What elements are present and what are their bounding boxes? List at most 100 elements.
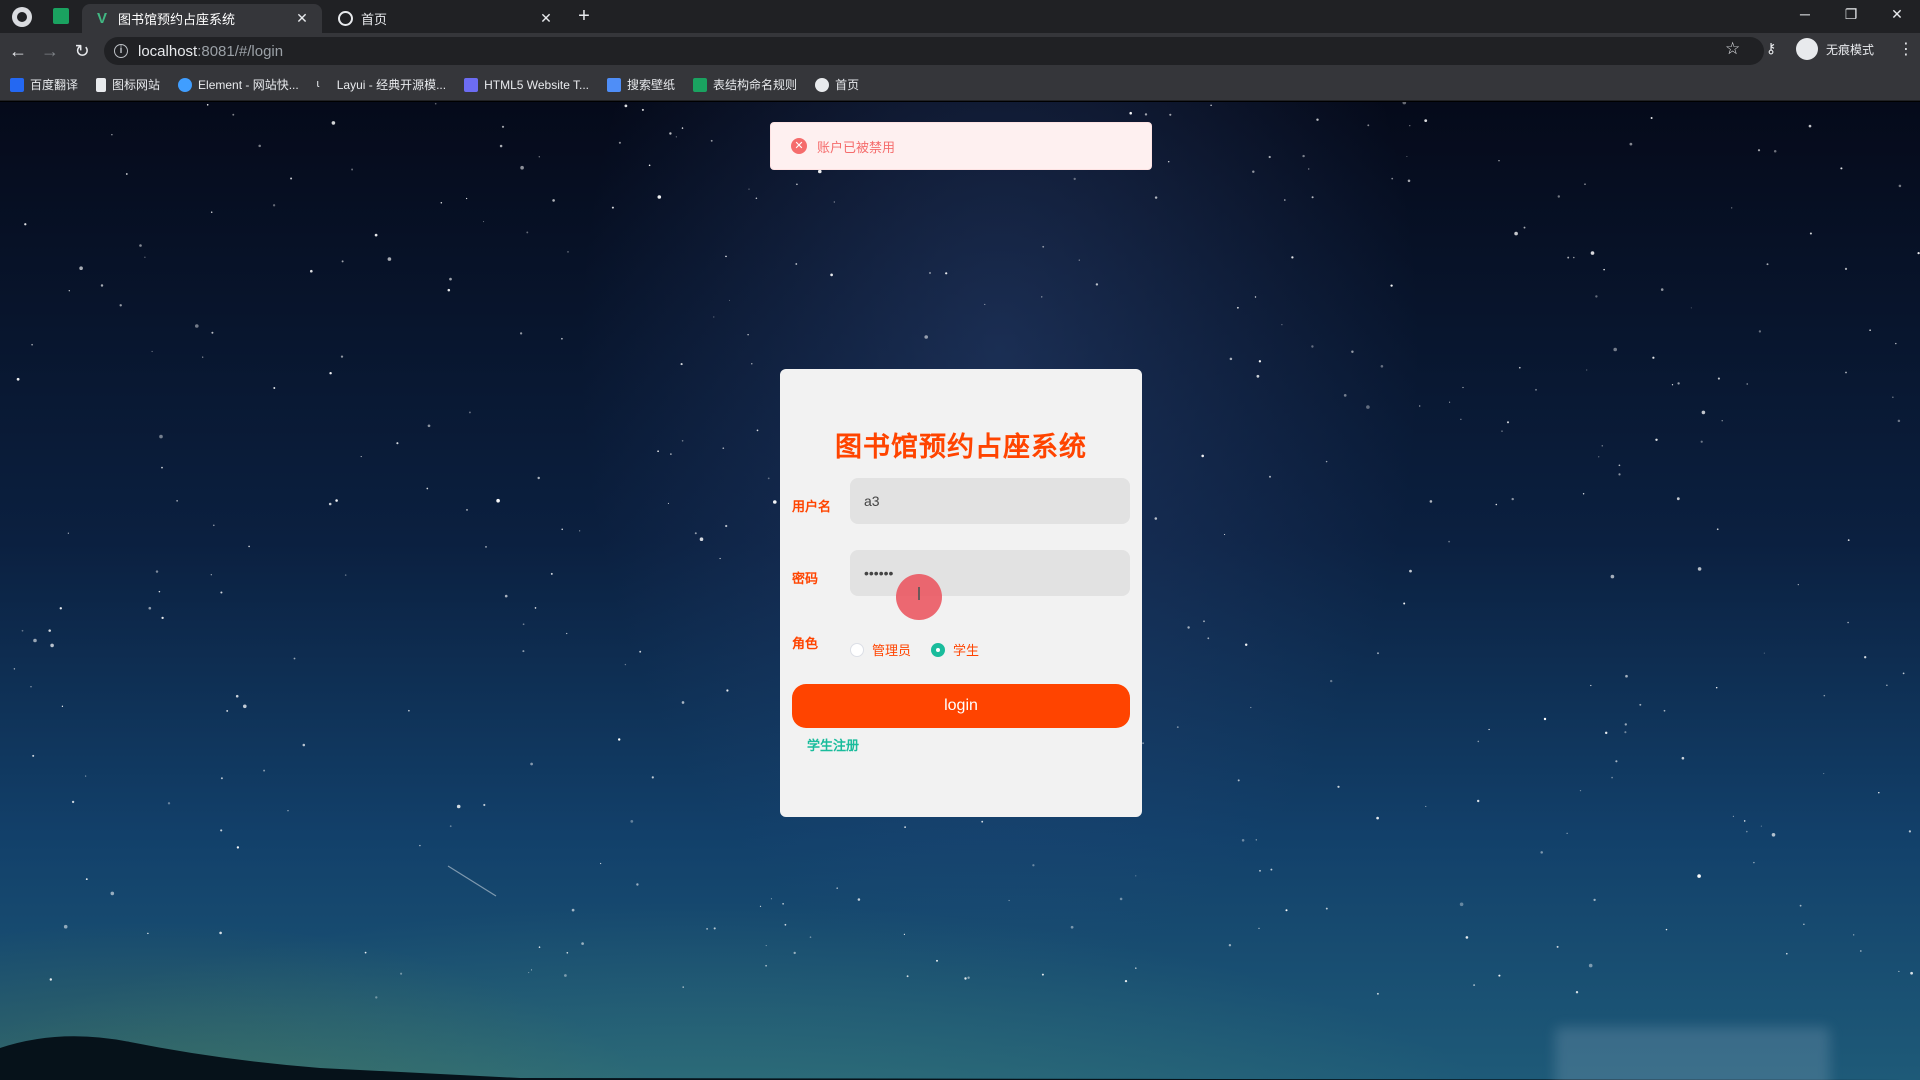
bookmark-item[interactable]: 图标网站 [96,76,160,93]
star [1041,296,1043,298]
restore-button[interactable]: ❐ [1828,0,1874,30]
role-radio-student[interactable] [931,642,946,657]
star [1590,251,1595,255]
minimize-button[interactable]: ─ [1782,0,1828,30]
star [16,377,20,381]
star [710,139,713,142]
star [1845,371,1847,374]
username-input[interactable] [850,478,1130,524]
reload-icon[interactable]: ↻ [70,39,94,63]
star [680,363,683,366]
kebab-menu-icon[interactable]: ⋮ [1898,39,1914,59]
star [1590,684,1592,687]
tab-home[interactable]: 首页 ✕ [326,4,566,33]
star [624,663,627,666]
star [1650,117,1653,119]
role-option-label[interactable]: 学生 [953,640,979,659]
star [110,891,115,896]
star [1154,196,1158,199]
student-register-link[interactable]: 学生注册 [807,735,859,754]
address-bar[interactable]: i localhost:8081/#/login [104,37,1764,65]
star [581,942,584,945]
login-button[interactable]: login [792,684,1130,728]
star [782,903,784,905]
star [302,743,306,747]
back-arrow-icon[interactable]: ← [6,39,30,63]
html5-icon [464,77,479,92]
star [449,277,452,281]
incognito-profile[interactable]: 无痕模式 [1796,38,1874,60]
star [309,269,313,273]
star [1840,167,1843,170]
star [396,442,399,445]
star [31,343,33,346]
pinned-tab[interactable] [44,0,78,33]
star [1671,384,1674,386]
star [1573,256,1575,259]
star [1543,717,1547,721]
bookmark-label: Element - 网站快... [198,78,299,92]
tab-library-system[interactable]: V 图书馆预约占座系统 ✕ [82,4,322,33]
star [984,303,986,305]
bookmark-item[interactable]: 首页 [815,76,859,93]
close-window-button[interactable]: ✕ [1874,0,1920,30]
star [212,524,215,527]
star [773,500,777,504]
star [651,776,654,779]
sheet-icon [53,8,69,24]
bookmark-item[interactable]: 百度翻译 [10,76,78,93]
browser-app-icon[interactable] [12,7,32,27]
password-input[interactable] [850,550,1130,596]
star [1753,861,1755,864]
bookmark-item[interactable]: 表结构命名规则 [693,76,797,93]
forward-arrow-icon[interactable]: → [38,39,62,63]
star [1210,104,1212,107]
star [1663,709,1666,712]
star [1809,232,1812,235]
error-icon: ✕ [791,138,807,154]
star [809,936,812,938]
star [725,255,727,258]
role-option-label[interactable]: 管理员 [872,640,911,659]
bookmark-item[interactable]: ɩ Layui - 经典开源模... [317,76,446,93]
star [1167,160,1170,163]
star [1895,342,1897,345]
star [1409,569,1412,573]
star [1715,686,1718,689]
bookmark-item[interactable]: HTML5 Website T... [464,77,589,92]
close-icon[interactable]: ✕ [538,10,554,27]
star [611,206,614,209]
star [387,257,392,261]
role-radio-admin[interactable] [850,642,864,657]
new-tab-button[interactable]: + [572,5,596,28]
star [1201,454,1204,458]
star [1462,386,1464,389]
browser-toolbar: ← → ↻ i localhost:8081/#/login ☆ ⚷ 无痕模式 … [0,33,1920,69]
star [1337,785,1340,788]
key-icon[interactable]: ⚷ [1766,40,1776,57]
star [1582,493,1585,495]
star [1311,345,1314,348]
star [1588,963,1593,968]
bookmark-label: 表结构命名规则 [713,78,798,92]
star [1808,124,1812,128]
star [331,121,336,125]
star [1119,897,1123,901]
star [176,500,178,502]
bookmark-star-icon[interactable]: ☆ [1725,39,1740,59]
star [1403,602,1406,605]
star [1390,284,1393,287]
close-icon[interactable]: ✕ [294,10,310,27]
star [756,429,759,432]
star [1604,731,1608,735]
bookmark-item[interactable]: Element - 网站快... [178,76,299,93]
star [71,800,75,804]
star [1032,864,1035,867]
star [220,829,223,832]
bookmark-item[interactable]: 搜索壁纸 [607,76,675,93]
star [1766,263,1769,266]
info-icon[interactable]: i [114,44,128,58]
star [1731,207,1733,209]
star [1391,177,1394,180]
star [30,686,32,688]
